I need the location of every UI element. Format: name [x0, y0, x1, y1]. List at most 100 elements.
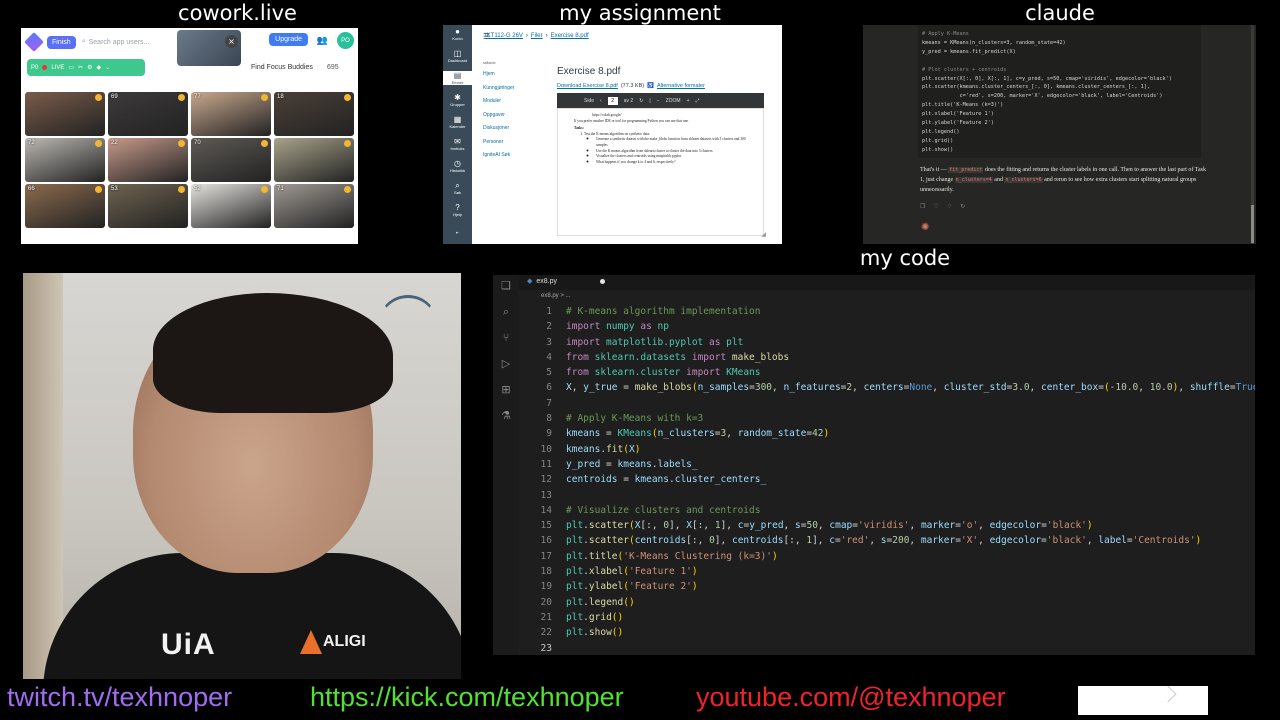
editor-breadcrumb[interactable]: ex8.py > ...	[541, 293, 571, 299]
course-nav-item[interactable]: IgniteAI Søk	[483, 149, 514, 163]
course-nav-item[interactable]: Oppgaver	[483, 109, 514, 123]
zoom-out-icon[interactable]: −	[657, 98, 660, 104]
avatar[interactable]: PO	[337, 32, 354, 49]
camera-icon[interactable]: ▭	[68, 64, 74, 71]
twitch-link[interactable]: twitch.tv/texhnoper	[7, 682, 232, 713]
code-line[interactable]: 20 plt.legend()	[519, 595, 1255, 610]
code-token: )	[634, 443, 641, 455]
global-nav-item[interactable]: ? Hjelp	[443, 203, 472, 217]
scrollbar-thumb[interactable]	[1251, 205, 1254, 243]
code-line[interactable]: 4 from sklearn.datasets import make_blobs	[519, 350, 1255, 365]
global-nav-item[interactable]: ▦ Kalender	[443, 115, 472, 129]
code-line[interactable]: 23	[519, 641, 1255, 655]
kick-link[interactable]: https://kick.com/texhnoper	[310, 682, 624, 713]
global-nav-item[interactable]: ● Konto	[443, 27, 472, 41]
thumbs-down-icon[interactable]: ♢	[947, 203, 952, 210]
video-tile[interactable]: 18	[274, 92, 354, 136]
code-token: matplotlib.pyplot	[606, 336, 704, 348]
code-line[interactable]: 15 plt.scatter(X[:, 0], X[:, 1], c=y_pred…	[519, 518, 1255, 533]
breadcrumb-files[interactable]: Filer	[531, 33, 543, 39]
code-token: ],	[720, 520, 738, 532]
code-line[interactable]: 17 plt.title('K-Means Clustering (k=3)')	[519, 549, 1255, 564]
code-line[interactable]: 21 plt.grid()	[519, 610, 1255, 625]
settings-icon[interactable]: ⚙	[87, 64, 92, 71]
global-nav-item[interactable]: ▤ Emner	[443, 71, 472, 85]
retry-icon[interactable]: ↻	[960, 203, 965, 210]
youtube-link[interactable]: youtube.com/@texhnoper	[696, 682, 1006, 713]
resize-handle-icon[interactable]: ◢	[761, 231, 766, 238]
video-tile[interactable]	[274, 138, 354, 182]
chevron-down-icon[interactable]: ⌄	[105, 64, 110, 71]
video-tile[interactable]: 53	[108, 184, 188, 228]
course-nav-item[interactable]: Hjem	[483, 68, 514, 82]
video-tile[interactable]: 71	[274, 184, 354, 228]
unsaved-dot-icon[interactable]	[600, 279, 605, 284]
course-nav-item[interactable]: Moduler	[483, 95, 514, 109]
code-area[interactable]: 1 # K-means algorithm implementation 2 impo…	[519, 304, 1255, 655]
mic-icon[interactable]: ✂	[78, 64, 83, 71]
code-line[interactable]: 14 # Visualize clusters and centroids	[519, 503, 1255, 518]
code-line[interactable]: 2 import numpy as np	[519, 319, 1255, 334]
video-tile[interactable]	[25, 92, 105, 136]
code-line[interactable]: 19 plt.ylabel('Feature 2')	[519, 579, 1255, 594]
code-line[interactable]: 8 # Apply K-Means with k=3	[519, 411, 1255, 426]
code-line[interactable]: 5 from sklearn.cluster import KMeans	[519, 365, 1255, 380]
run-debug-icon[interactable]: ▷	[499, 357, 513, 370]
upgrade-button[interactable]: Upgrade	[269, 33, 308, 46]
code-line[interactable]: 3 import matplotlib.pyplot as plt	[519, 335, 1255, 350]
page-number-input[interactable]: 2	[607, 96, 618, 105]
people-icon[interactable]: 👥	[317, 36, 328, 46]
copy-icon[interactable]: ❐	[920, 203, 925, 210]
code-line[interactable]: 22 plt.show()	[519, 625, 1255, 640]
code-line[interactable]: 11 y_pred = kmeans.labels_	[519, 457, 1255, 472]
course-nav-item[interactable]: Diskusjoner	[483, 122, 514, 136]
thumbs-up-icon[interactable]: ♡	[933, 203, 938, 210]
collapse-nav-icon[interactable]: ⇤	[443, 230, 472, 235]
global-nav-item[interactable]: ◷ Historikk	[443, 159, 472, 173]
fullscreen-icon[interactable]: ⤢	[696, 98, 700, 104]
close-icon[interactable]: ×	[225, 35, 238, 48]
video-tile[interactable]: 66	[25, 184, 105, 228]
app-search-input[interactable]: ⌕ Search app users...	[82, 38, 150, 46]
search-icon[interactable]: ⌕	[499, 305, 513, 319]
video-tile[interactable]: 70	[191, 138, 271, 182]
video-tile[interactable]: 52	[191, 184, 271, 228]
global-nav-item[interactable]: ✉ Innboks	[443, 137, 472, 151]
code-line[interactable]: 7	[519, 396, 1255, 411]
scrollbar[interactable]	[1251, 25, 1254, 244]
line-number: 3	[546, 336, 552, 348]
code-token: title	[588, 550, 618, 562]
video-tile[interactable]: 77	[191, 92, 271, 136]
finish-button[interactable]: Finish	[47, 35, 76, 49]
code-line[interactable]: 10 kmeans.fit(X)	[519, 442, 1255, 457]
code-line[interactable]: 13	[519, 488, 1255, 503]
breadcrumb-file[interactable]: Exercise 8.pdf	[551, 33, 589, 39]
global-nav-item[interactable]: ◫ Dashboard	[443, 49, 472, 63]
code-line[interactable]: 6 X, y_true = make_blobs(n_samples=300, n…	[519, 380, 1255, 395]
prev-page-icon[interactable]: ‹	[600, 98, 602, 104]
tab-ex8[interactable]: ◆ ex8.py	[527, 277, 557, 286]
code-line[interactable]: 9 kmeans = KMeans(n_clusters=3, random_st…	[519, 426, 1255, 441]
video-tile[interactable]: 22	[108, 138, 188, 182]
alt-formats-link[interactable]: Alternative formater	[657, 83, 705, 89]
global-nav-item[interactable]: ⌕ Søk	[443, 181, 472, 195]
code-line[interactable]: 12 centroids = kmeans.cluster_centers_	[519, 472, 1255, 487]
course-nav-item[interactable]: Personer	[483, 136, 514, 150]
code-line[interactable]: 1 # K-means algorithm implementation	[519, 304, 1255, 319]
shield-icon[interactable]: ◆	[96, 64, 101, 71]
video-tile[interactable]: 69	[108, 92, 188, 136]
zoom-in-icon[interactable]: +	[687, 98, 690, 104]
rotate-icon[interactable]: ↻	[639, 98, 643, 104]
source-control-icon[interactable]: ⑂	[499, 331, 513, 344]
breadcrumb-course[interactable]: IKT112-G 26V	[485, 33, 523, 39]
find-buddies-link[interactable]: Find Focus Buddies	[251, 64, 313, 71]
testing-icon[interactable]: ⚗	[499, 409, 513, 422]
download-link[interactable]: Download Exercise 8.pdf	[557, 83, 618, 89]
code-line[interactable]: 18 plt.xlabel('Feature 1')	[519, 564, 1255, 579]
explorer-icon[interactable]: ❏	[499, 279, 513, 292]
code-line[interactable]: 16 plt.scatter(centroids[:, 0], centroids…	[519, 533, 1255, 548]
extensions-icon[interactable]: ⊞	[499, 383, 513, 396]
course-nav-item[interactable]: Kunngjøringer	[483, 82, 514, 96]
video-tile[interactable]: 72	[25, 138, 105, 182]
global-nav-item[interactable]: ✱ Grupper	[443, 93, 472, 107]
